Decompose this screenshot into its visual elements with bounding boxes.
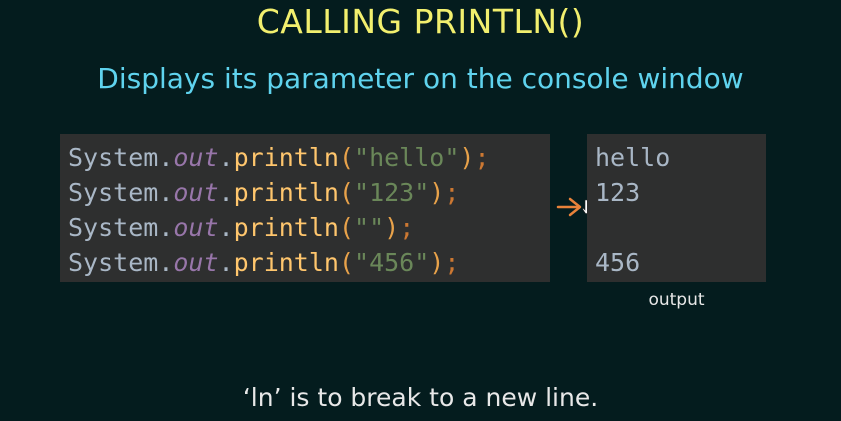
code-paren: ) [429,178,445,207]
code-paren: ( [338,178,355,207]
code-semicolon: ; [444,248,460,277]
code-object: System [68,213,159,242]
code-method: println [233,248,339,277]
output-label: output [648,290,705,310]
code-dot: . [218,248,234,277]
code-dot: . [158,213,174,242]
code-dot: . [218,178,234,207]
code-object: System [68,178,159,207]
code-dot: . [218,213,234,242]
slide-subtitle: Displays its parameter on the console wi… [97,62,744,95]
code-field: out [173,248,219,277]
code-semicolon: ; [474,143,490,172]
code-paren: ) [429,248,445,277]
code-field: out [173,213,219,242]
code-method: println [233,178,339,207]
slide: CALLING PRINTLN() Displays its parameter… [0,0,841,421]
code-dot: . [218,143,234,172]
code-paren: ( [338,213,355,242]
code-string: "456" [354,248,430,277]
code-line: System.out.println("hello"); [68,140,490,175]
code-panel: System.out.println("hello"); System.out.… [60,134,550,282]
slide-title: CALLING PRINTLN() [256,2,585,41]
output-line: 123 [595,178,641,207]
output-line: 456 [595,248,641,277]
output-panel: hello 123 456 [587,134,766,282]
code-object: System [68,248,159,277]
code-paren: ( [338,248,355,277]
code-dot: . [158,248,174,277]
code-paren: ) [459,143,475,172]
code-semicolon: ; [444,178,460,207]
code-field: out [173,178,219,207]
code-object: System [68,143,159,172]
code-dot: . [158,178,174,207]
code-string: "123" [354,178,430,207]
code-paren: ) [384,213,400,242]
code-string: "" [354,213,385,242]
code-paren: ( [338,143,355,172]
arrow-right-icon [556,197,582,217]
code-semicolon: ; [399,213,415,242]
code-dot: . [158,143,174,172]
code-string: "hello" [354,143,460,172]
code-field: out [173,143,219,172]
code-method: println [233,143,339,172]
code-method: println [233,213,339,242]
code-line: System.out.println("456"); [68,245,459,280]
slide-footer-note: ‘ln’ is to break to a new line. [242,383,599,412]
code-line: System.out.println(""); [68,210,414,245]
output-line: hello [595,143,671,172]
code-line: System.out.println("123"); [68,175,459,210]
